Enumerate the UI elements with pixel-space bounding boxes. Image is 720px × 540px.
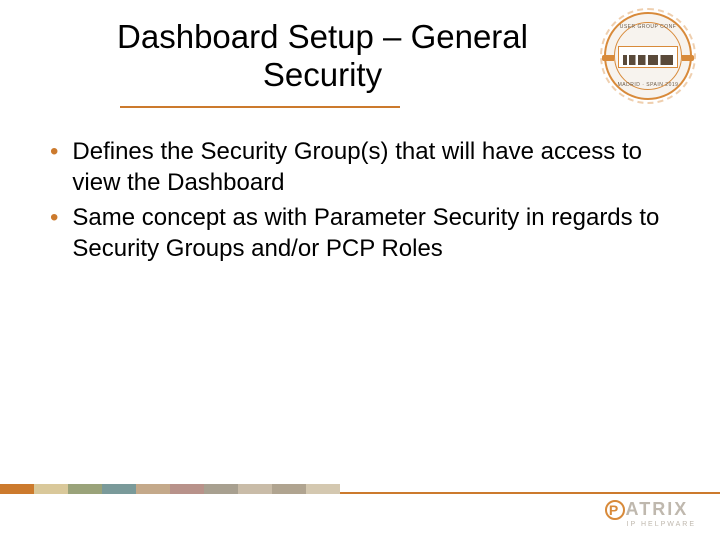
list-item: • Defines the Security Group(s) that wil…	[50, 136, 670, 198]
conference-badge-icon: USER GROUP CONF MADRID · SPAIN 2019	[604, 12, 692, 100]
footer-stripe	[0, 484, 340, 494]
logo-subtitle: IP HELPWARE	[627, 521, 696, 528]
bullet-icon: •	[50, 202, 58, 233]
badge-bottom-text: MADRID · SPAIN 2019	[606, 82, 690, 88]
bullet-text: Defines the Security Group(s) that will …	[72, 136, 670, 198]
logo-p-icon: P	[605, 500, 625, 520]
patrix-logo: P ATRIX IP HELPWARE	[605, 499, 696, 528]
bullet-text: Same concept as with Parameter Security …	[72, 202, 670, 264]
bullet-icon: •	[50, 136, 58, 167]
list-item: • Same concept as with Parameter Securit…	[50, 202, 670, 264]
badge-top-text: USER GROUP CONF	[606, 24, 690, 30]
logo-text: ATRIX	[626, 499, 689, 520]
content-area: • Defines the Security Group(s) that wil…	[0, 108, 720, 265]
